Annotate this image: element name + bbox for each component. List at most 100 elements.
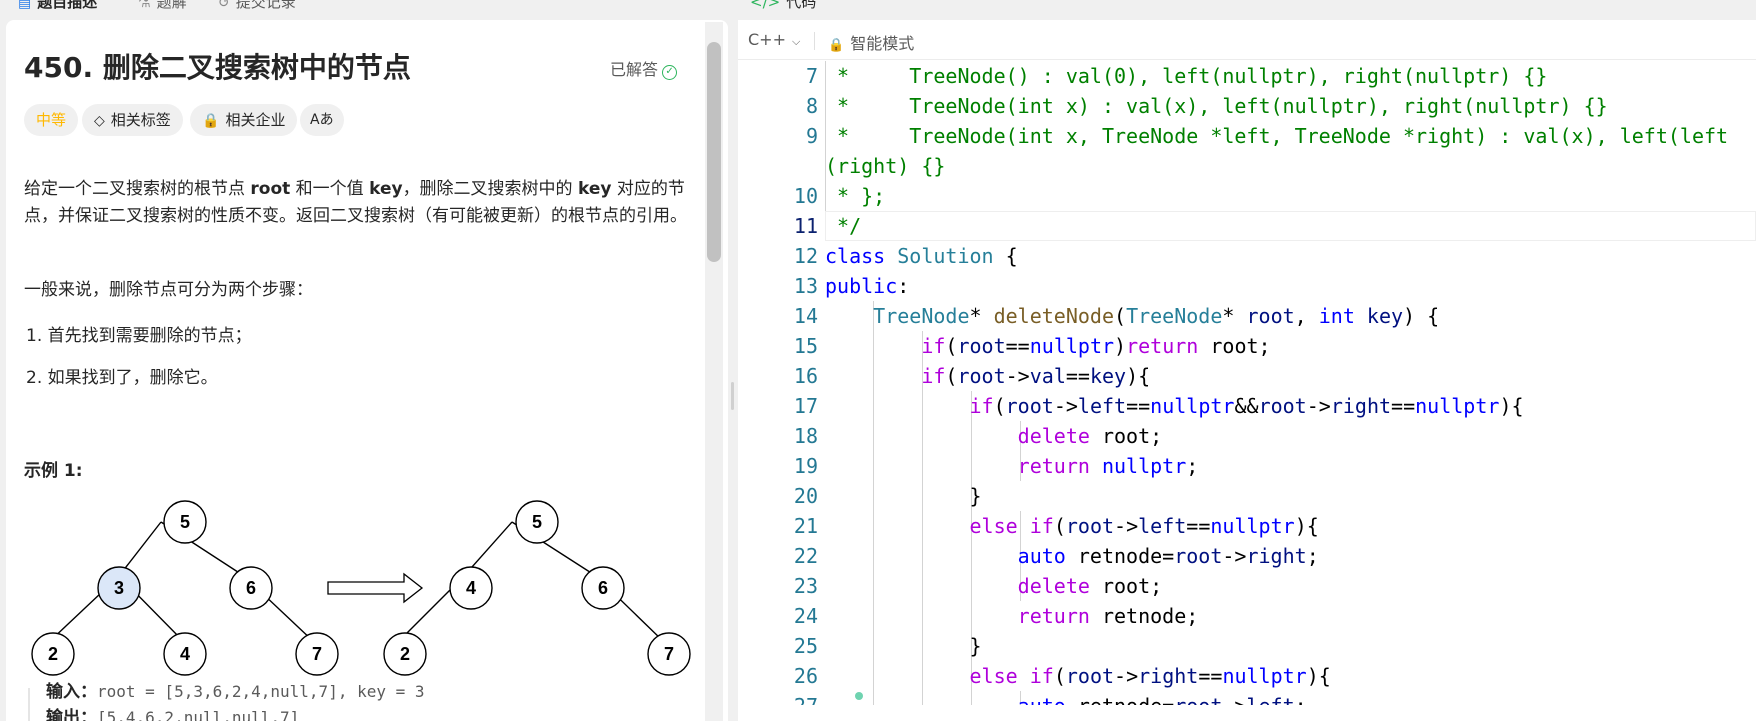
current-line-highlight	[825, 211, 1756, 241]
lock-icon: 🔒	[828, 38, 845, 53]
toolbar-divider	[814, 32, 815, 50]
line-number-gutter: 7 8 9 10 11 12 13 14 15 16 17 18 19 20 2…	[738, 61, 818, 705]
code-line: return nullptr;	[1017, 454, 1199, 478]
line-number: 27	[738, 691, 818, 705]
history-icon: ↺	[218, 0, 230, 11]
code-line: TreeNode* deleteNode(TreeNode* root, int…	[873, 304, 1440, 328]
tag-icon: ◇	[94, 113, 105, 129]
line-number: 19	[793, 454, 818, 478]
code-line: else if(root->right==nullptr){	[969, 664, 1331, 688]
line-number: 10	[793, 184, 818, 208]
example-input: 输入：root = [5,3,6,2,4,null,7], key = 3	[46, 682, 425, 702]
node-label: 5	[180, 512, 190, 532]
lock-icon: 🔒	[202, 113, 220, 129]
code-line: auto retnode=root->left;	[825, 691, 1307, 705]
problem-description: 给定一个二叉搜索树的根节点 root 和一个值 key，删除二叉搜索树中的 ke…	[24, 179, 687, 226]
smart-mode-toggle[interactable]: 🔒 智能模式	[828, 30, 914, 54]
example-tree-diagram: 5 3 6 2 4 7 5 4 6 2 7	[31, 500, 691, 676]
line-number: 7	[805, 64, 818, 88]
line-number: 17	[793, 394, 818, 418]
code-line: }	[825, 634, 982, 658]
code-line: else if(root->left==nullptr){	[969, 514, 1319, 538]
code-panel: </> 代码 C++ ⌵ 🔒 智能模式 7 8 9 10 11 12 13 14…	[738, 0, 1756, 721]
line-number: 23	[793, 574, 818, 598]
problem-tabs: ▤ 题目描述 ⚗ 题解 ↺ 提交记录	[0, 0, 728, 12]
line-number-active: 11	[793, 214, 818, 238]
scrollbar-thumb[interactable]	[707, 42, 721, 262]
code-panel-header: </> 代码	[738, 0, 1756, 20]
example-title: 示例 1:	[24, 461, 83, 481]
line-number: 24	[793, 604, 818, 628]
solution-icon: ⚗	[138, 0, 151, 11]
node-label: 6	[598, 578, 608, 598]
solved-status: 已解答 ✓	[610, 56, 678, 80]
line-number: 15	[793, 334, 818, 358]
node-label: 5	[532, 512, 542, 532]
editor-toolbar: C++ ⌵ 🔒 智能模式	[738, 20, 1756, 60]
step-item: 1. 首先找到需要删除的节点；	[26, 326, 252, 346]
related-tags-button[interactable]: ◇ 相关标签	[82, 104, 183, 136]
code-line: * TreeNode(int x) : val(x), left(nullptr…	[825, 94, 1608, 118]
node-label: 4	[180, 644, 190, 664]
breakpoint-dot-icon[interactable]	[855, 692, 863, 700]
code-line: class Solution {	[825, 244, 1018, 268]
line-number: 8	[805, 94, 818, 118]
tab-solutions[interactable]: ⚗ 题解	[138, 0, 187, 12]
code-line: auto retnode=root->right;	[1017, 544, 1319, 568]
code-line: * TreeNode(int x, TreeNode *left, TreeNo…	[825, 124, 1729, 148]
code-line: public:	[825, 274, 910, 298]
translate-icon: Aあ	[310, 112, 334, 128]
line-number: 18	[793, 424, 818, 448]
code-line: return retnode;	[1017, 604, 1199, 628]
code-line: if(root->left==nullptr&&root->right==nul…	[969, 394, 1524, 418]
code-line: delete root;	[1017, 424, 1163, 448]
node-label: 3	[114, 578, 124, 598]
code-line: */	[825, 214, 862, 238]
description-icon: ▤	[18, 0, 32, 11]
line-number: 26	[793, 664, 818, 688]
code-line: (right) {}	[825, 154, 946, 178]
check-circle-icon: ✓	[662, 65, 678, 80]
code-line: delete root;	[1017, 574, 1163, 598]
code-line: * TreeNode() : val(0), left(nullptr), ri…	[825, 64, 1548, 88]
node-label: 7	[664, 644, 674, 664]
steps-intro: 一般来说，删除节点可分为两个步骤：	[24, 280, 313, 300]
problem-title: 450. 删除二叉搜索树中的节点	[24, 51, 411, 84]
line-number: 20	[793, 484, 818, 508]
line-number: 12	[793, 244, 818, 268]
tab-submissions[interactable]: ↺ 提交记录	[218, 0, 296, 12]
code-line: * };	[825, 184, 886, 208]
line-number: 14	[793, 304, 818, 328]
line-number: 22	[793, 544, 818, 568]
tab-description[interactable]: ▤ 题目描述	[18, 0, 97, 12]
line-number: 21	[793, 514, 818, 538]
translate-button[interactable]: Aあ	[300, 104, 344, 136]
line-number: 25	[793, 634, 818, 658]
node-label: 4	[466, 578, 476, 598]
step-item: 2. 如果找到了，删除它。	[26, 368, 218, 388]
arrow-icon	[327, 572, 424, 604]
example-output: 输出：[5,4,6,2,null,null,7]	[46, 708, 300, 721]
drag-handle-icon[interactable]	[731, 382, 734, 410]
code-line: }	[825, 484, 982, 508]
line-number: 9	[805, 124, 818, 148]
line-number: 13	[793, 274, 818, 298]
related-companies-button[interactable]: 🔒 相关企业	[190, 104, 298, 136]
pane-splitter[interactable]	[728, 0, 738, 721]
node-label: 2	[400, 644, 410, 664]
node-label: 2	[48, 644, 58, 664]
difficulty-badge: 中等	[24, 104, 79, 136]
node-label: 6	[246, 578, 256, 598]
node-label: 7	[312, 644, 322, 664]
code-line: if(root==nullptr)return root;	[921, 334, 1271, 358]
line-number: 16	[793, 364, 818, 388]
code-editor[interactable]: 7 8 9 10 11 12 13 14 15 16 17 18 19 20 2…	[738, 61, 1756, 705]
leetcode-workspace: ▤ 题目描述 ⚗ 题解 ↺ 提交记录 450. 删除二叉搜索树中的节点 已解答 ✓ 中等…	[0, 0, 1756, 721]
problem-panel: ▤ 题目描述 ⚗ 题解 ↺ 提交记录 450. 删除二叉搜索树中的节点 已解答 ✓ 中等…	[0, 0, 728, 721]
problem-scrollbar[interactable]	[705, 22, 723, 721]
tab-code[interactable]: </> 代码	[750, 0, 816, 12]
code-line: if(root->val==key){	[921, 364, 1151, 388]
chevron-down-icon: ⌵	[791, 35, 801, 48]
problem-content: 450. 删除二叉搜索树中的节点 已解答 ✓ 中等 ◇ 相关标签 🔒 相关企业 Aあ …	[6, 20, 728, 721]
language-select[interactable]: C++ ⌵	[748, 30, 800, 49]
